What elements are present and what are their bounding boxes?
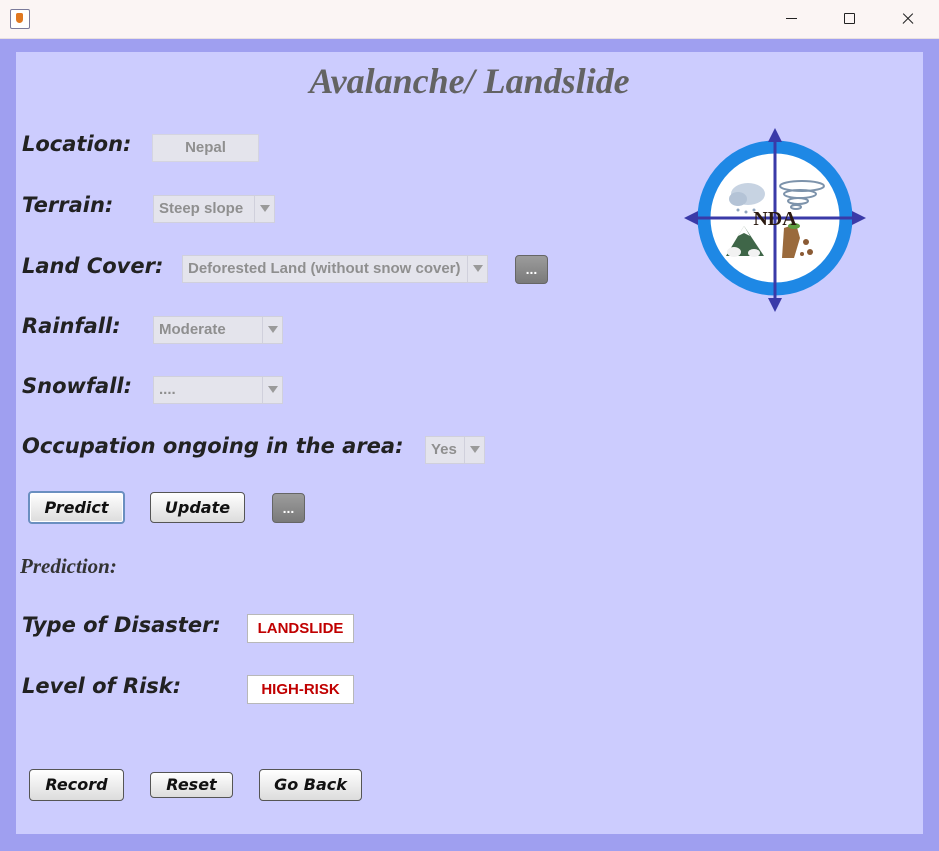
- rainfall-value: Moderate: [159, 321, 226, 338]
- record-button[interactable]: Record: [29, 769, 124, 801]
- risk-level-value: HIGH-RISK: [247, 675, 354, 704]
- rainfall-select[interactable]: Moderate: [153, 316, 283, 344]
- go-back-button[interactable]: Go Back: [259, 769, 362, 801]
- land-cover-select[interactable]: Deforested Land (without snow cover): [182, 255, 488, 283]
- snowfall-label: Snowfall:: [22, 374, 133, 398]
- risk-level-label: Level of Risk:: [22, 674, 182, 698]
- land-cover-value: Deforested Land (without snow cover): [188, 260, 461, 277]
- occupation-value: Yes: [431, 441, 457, 458]
- close-button[interactable]: [884, 0, 930, 38]
- chevron-down-icon: [467, 256, 487, 282]
- predict-button[interactable]: Predict: [28, 491, 125, 524]
- occupation-select[interactable]: Yes: [425, 436, 485, 464]
- reset-button[interactable]: Reset: [150, 772, 233, 798]
- snowfall-value: ....: [159, 381, 176, 398]
- java-app-icon: [10, 9, 30, 29]
- occupation-label: Occupation ongoing in the area:: [22, 434, 404, 458]
- snowfall-select[interactable]: ....: [153, 376, 283, 404]
- land-cover-label: Land Cover:: [22, 254, 164, 278]
- location-field[interactable]: Nepal: [152, 134, 259, 162]
- chevron-down-icon: [262, 377, 282, 403]
- main-panel: Avalanche/ Landslide Location: Nepal Ter…: [16, 52, 923, 834]
- title-bar: [0, 0, 939, 39]
- rainfall-label: Rainfall:: [22, 314, 121, 338]
- disaster-type-value: LANDSLIDE: [247, 614, 354, 643]
- nda-logo: NDA: [684, 128, 866, 312]
- terrain-label: Terrain:: [22, 193, 114, 217]
- arrow-down-icon: [768, 298, 782, 312]
- terrain-value: Steep slope: [159, 200, 244, 217]
- disaster-type-label: Type of Disaster:: [22, 613, 221, 637]
- maximize-button[interactable]: [826, 0, 872, 38]
- page-title: Avalanche/ Landslide: [309, 61, 630, 101]
- update-button[interactable]: Update: [150, 492, 245, 523]
- arrow-left-icon: [684, 211, 698, 225]
- chevron-down-icon: [262, 317, 282, 343]
- location-label: Location:: [22, 132, 132, 156]
- prediction-heading: Prediction:: [20, 554, 117, 578]
- arrow-right-icon: [852, 211, 866, 225]
- terrain-select[interactable]: Steep slope: [153, 195, 275, 223]
- chevron-down-icon: [464, 437, 484, 463]
- arrow-up-icon: [768, 128, 782, 142]
- chevron-down-icon: [254, 196, 274, 222]
- land-cover-more-button[interactable]: ...: [515, 255, 548, 284]
- more-options-button[interactable]: ...: [272, 493, 305, 523]
- minimize-button[interactable]: [768, 0, 814, 38]
- logo-text: NDA: [753, 208, 797, 230]
